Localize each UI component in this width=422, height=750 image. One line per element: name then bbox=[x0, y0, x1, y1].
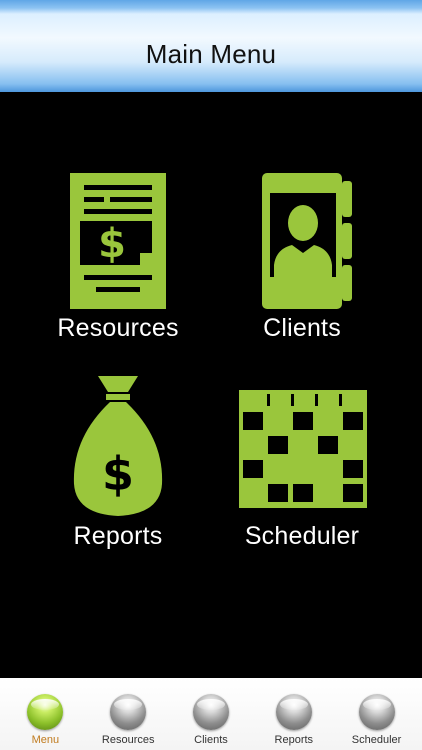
gray-ball-icon bbox=[358, 694, 395, 730]
tab-label: Scheduler bbox=[351, 734, 402, 746]
tab-label: Reports bbox=[274, 734, 314, 746]
gray-ball-icon bbox=[110, 694, 147, 730]
calendar-grid-icon bbox=[239, 390, 367, 508]
tab-scheduler[interactable]: Scheduler bbox=[337, 678, 417, 750]
money-bag-icon: $ bbox=[73, 376, 163, 516]
address-book-icon bbox=[262, 173, 352, 309]
tab-label: Clients bbox=[194, 734, 228, 746]
reports-label: Reports bbox=[73, 522, 163, 550]
tab-clients[interactable]: Clients bbox=[171, 678, 251, 750]
document-dollar-icon: $ bbox=[70, 173, 166, 309]
scheduler-label: Scheduler bbox=[244, 522, 360, 550]
gray-ball-icon bbox=[275, 694, 312, 730]
resources-menu-button[interactable]: $ Resources bbox=[38, 170, 198, 350]
bottom-tab-bar: Menu Resources Clients Reports Scheduler bbox=[0, 678, 422, 750]
clients-label: Clients bbox=[263, 314, 341, 342]
gray-ball-icon bbox=[192, 694, 229, 730]
reports-menu-button[interactable]: $ Reports bbox=[38, 376, 198, 556]
scheduler-menu-button[interactable]: Scheduler bbox=[222, 376, 382, 556]
resources-label: Resources bbox=[57, 314, 179, 342]
tab-label: Menu bbox=[31, 734, 60, 746]
tab-resources[interactable]: Resources bbox=[88, 678, 168, 750]
tab-menu[interactable]: Menu bbox=[5, 678, 85, 750]
green-ball-icon bbox=[27, 694, 64, 730]
page-title: Main Menu bbox=[145, 38, 277, 69]
tab-reports[interactable]: Reports bbox=[254, 678, 334, 750]
svg-text:$: $ bbox=[98, 221, 126, 267]
svg-text:$: $ bbox=[102, 447, 134, 501]
header-bar: Main Menu bbox=[0, 0, 422, 92]
clients-menu-button[interactable]: Clients bbox=[222, 170, 382, 350]
main-menu-grid: $ Resources Clients $ Reports Scheduler bbox=[0, 92, 422, 678]
tab-label: Resources bbox=[101, 734, 155, 746]
